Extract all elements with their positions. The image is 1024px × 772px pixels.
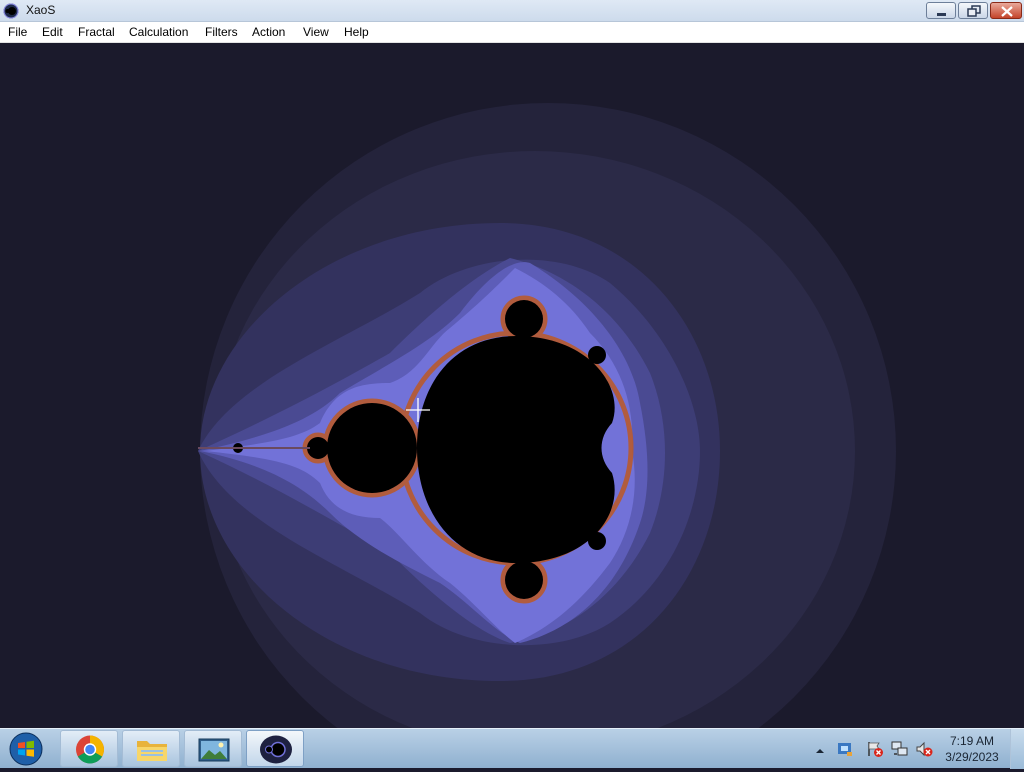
menu-edit[interactable]: Edit <box>42 25 63 39</box>
menu-bar: File Edit Fractal Calculation Filters Ac… <box>0 22 1024 43</box>
taskbar-xaos-button[interactable] <box>246 730 304 767</box>
menu-file[interactable]: File <box>8 25 27 39</box>
restore-button[interactable] <box>958 2 988 19</box>
chrome-icon <box>76 735 104 764</box>
pictures-icon <box>198 738 230 762</box>
taskbar: 7:19 AM 3/29/2023 <box>0 728 1024 769</box>
taskbar-explorer-button[interactable] <box>122 730 180 767</box>
fractal-canvas[interactable] <box>0 43 1024 728</box>
mandelbrot-image <box>0 43 1024 728</box>
network-center-icon[interactable] <box>836 740 854 758</box>
menu-fractal[interactable]: Fractal <box>78 25 115 39</box>
folder-icon <box>137 741 167 761</box>
menu-view[interactable]: View <box>303 25 329 39</box>
taskbar-chrome-button[interactable] <box>60 730 118 767</box>
menu-calculation[interactable]: Calculation <box>129 25 188 39</box>
window-title: XaoS <box>26 3 56 17</box>
xaos-app-icon[interactable] <box>3 3 19 19</box>
taskbar-pictures-button[interactable] <box>184 730 242 767</box>
clock-time: 7:19 AM <box>949 734 995 748</box>
show-hidden-icons-button[interactable] <box>815 743 825 753</box>
action-center-icon[interactable] <box>866 740 884 758</box>
volume-muted-icon[interactable] <box>915 740 933 758</box>
show-desktop-button[interactable] <box>1010 729 1024 769</box>
menu-filters[interactable]: Filters <box>205 25 238 39</box>
start-button[interactable] <box>6 731 46 767</box>
clock-date: 3/29/2023 <box>945 750 999 764</box>
system-clock[interactable]: 7:19 AM 3/29/2023 <box>940 733 1004 765</box>
network-icon[interactable] <box>891 740 909 758</box>
menu-help[interactable]: Help <box>344 25 369 39</box>
title-bar: XaoS <box>0 0 1024 22</box>
menu-action[interactable]: Action <box>252 25 285 39</box>
xaos-icon <box>260 735 292 764</box>
minimize-button[interactable] <box>926 2 956 19</box>
close-button[interactable] <box>990 2 1022 19</box>
